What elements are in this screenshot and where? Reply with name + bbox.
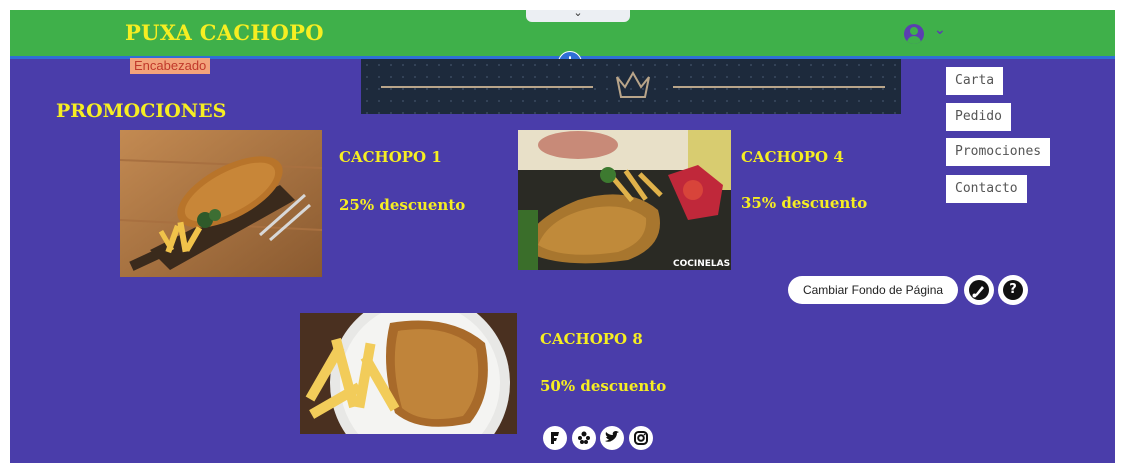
site-title[interactable]: PUXA CACHOPO [125,20,324,45]
image-watermark: COCINELAS [673,259,730,269]
nav-link-contacto[interactable]: Contacto [946,175,1027,203]
promo-name-8: CACHOPO 8 [540,330,643,348]
section-tag-label: Encabezado [130,58,211,74]
promo-discount-8: 50% descuento [540,377,667,395]
change-background-button[interactable]: Cambiar Fondo de Página [788,276,958,304]
help-button[interactable]: ? [998,275,1028,305]
twitter-icon[interactable] [600,426,624,450]
decorative-banner [361,59,901,114]
chevron-down-icon: ⌄ [573,10,583,19]
nav-link-promociones[interactable]: Promociones [946,138,1051,166]
user-menu-chevron-icon[interactable]: ⌄ [934,22,946,38]
promo-name-1: CACHOPO 1 [339,148,442,166]
nav-link-carta[interactable]: Carta [946,67,1004,95]
yelp-icon[interactable] [572,426,596,450]
help-icon: ? [1003,280,1023,300]
instagram-icon[interactable] [629,426,653,450]
page-canvas: PUXA CACHOPO ⌄ ⌄ + Encabezado Carta Pedi… [10,10,1115,463]
promotions-title: PROMOCIONES [56,100,227,122]
crown-icon [616,70,650,98]
promo-discount-4: 35% descuento [741,194,868,212]
user-avatar-icon[interactable] [904,24,924,44]
nav-link-pedido[interactable]: Pedido [946,103,1011,131]
brush-icon [969,280,989,300]
promo-image-cachopo-8[interactable] [300,313,517,434]
edit-style-button[interactable] [964,275,994,305]
promo-discount-1: 25% descuento [339,196,466,214]
promo-name-4: CACHOPO 4 [741,148,844,166]
foursquare-icon[interactable] [543,426,567,450]
collapse-header-tab[interactable]: ⌄ [526,10,630,22]
promo-image-cachopo-1[interactable] [120,130,322,277]
promo-image-cachopo-4[interactable]: COCINELAS [518,130,731,270]
